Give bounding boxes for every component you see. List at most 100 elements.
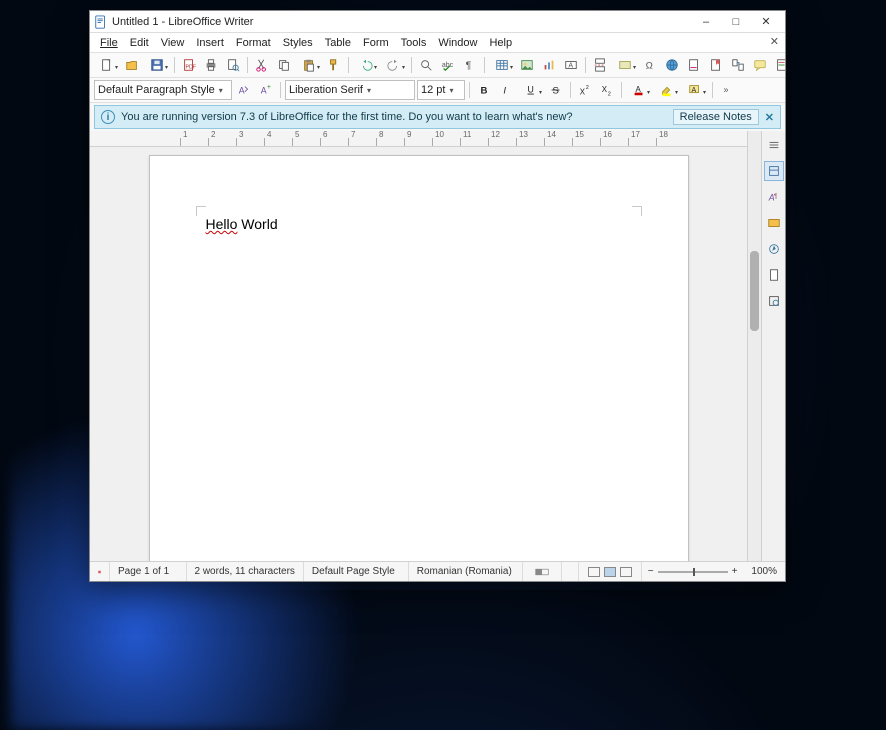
update-style-button[interactable]: A bbox=[234, 80, 254, 100]
subscript-button[interactable]: X2 bbox=[597, 80, 617, 100]
strikethrough-button[interactable]: S bbox=[546, 80, 566, 100]
single-page-view-icon[interactable] bbox=[588, 567, 600, 577]
save-indicator[interactable] bbox=[90, 562, 110, 581]
copy-button[interactable] bbox=[274, 55, 294, 75]
menu-file[interactable]: File bbox=[94, 35, 124, 51]
print-button[interactable] bbox=[201, 55, 221, 75]
page-style-status[interactable]: Default Page Style bbox=[304, 562, 409, 581]
misspelled-word[interactable]: Hello bbox=[206, 216, 238, 232]
document-viewport[interactable]: Hello World bbox=[90, 147, 747, 561]
view-layout-buttons[interactable] bbox=[579, 562, 642, 581]
word-count-status[interactable]: 2 words, 11 characters bbox=[187, 562, 304, 581]
zoom-in-button[interactable]: + bbox=[732, 566, 738, 577]
comment-button[interactable] bbox=[750, 55, 770, 75]
maximize-button[interactable]: □ bbox=[721, 13, 751, 31]
svg-text:A: A bbox=[239, 86, 245, 96]
book-view-icon[interactable] bbox=[620, 567, 632, 577]
page-status[interactable]: Page 1 of 1 bbox=[110, 562, 187, 581]
export-pdf-button[interactable]: PDF bbox=[179, 55, 199, 75]
menu-styles[interactable]: Styles bbox=[277, 35, 319, 51]
menu-help[interactable]: Help bbox=[483, 35, 518, 51]
formatting-toolbar: Default Paragraph Style ▾ A A+ Liberatio… bbox=[90, 78, 785, 103]
scrollbar-thumb[interactable] bbox=[750, 251, 759, 331]
bold-button[interactable]: B bbox=[474, 80, 494, 100]
italic-button[interactable]: I bbox=[496, 80, 516, 100]
chevron-down-icon: ▾ bbox=[367, 86, 371, 95]
info-close-button[interactable]: ✕ bbox=[765, 111, 774, 124]
sidebar-page-icon[interactable] bbox=[764, 265, 784, 285]
insert-textbox-button[interactable]: A bbox=[561, 55, 581, 75]
insert-field-button[interactable]: ▾ bbox=[612, 55, 638, 75]
bookmark-button[interactable] bbox=[706, 55, 726, 75]
new-style-button[interactable]: A+ bbox=[256, 80, 276, 100]
track-changes-button[interactable] bbox=[772, 55, 785, 75]
insert-chart-button[interactable] bbox=[539, 55, 559, 75]
release-notes-button[interactable]: Release Notes bbox=[673, 109, 759, 125]
char-background-button[interactable]: A▾ bbox=[682, 80, 708, 100]
language-status[interactable]: Romanian (Romania) bbox=[409, 562, 523, 581]
sidebar-gallery-icon[interactable] bbox=[764, 213, 784, 233]
svg-text:2: 2 bbox=[608, 91, 611, 97]
superscript-button[interactable]: X2 bbox=[575, 80, 595, 100]
highlight-button[interactable]: ▾ bbox=[654, 80, 680, 100]
menu-table[interactable]: Table bbox=[319, 35, 357, 51]
open-button[interactable] bbox=[122, 55, 142, 75]
insert-image-button[interactable] bbox=[517, 55, 537, 75]
zoom-track[interactable] bbox=[658, 571, 728, 573]
zoom-out-button[interactable]: − bbox=[648, 566, 654, 577]
formatting-overflow-button[interactable]: » bbox=[717, 80, 737, 100]
horizontal-ruler[interactable]: 1 2 3 4 5 6 7 8 9 10 11 12 13 14 15 16 1… bbox=[90, 131, 747, 147]
cut-button[interactable] bbox=[252, 55, 272, 75]
find-button[interactable] bbox=[416, 55, 436, 75]
special-char-button[interactable]: Ω bbox=[640, 55, 660, 75]
text-word[interactable]: World bbox=[237, 216, 277, 232]
page-break-button[interactable] bbox=[590, 55, 610, 75]
sidebar-properties-icon[interactable] bbox=[764, 161, 784, 181]
vertical-scrollbar[interactable] bbox=[747, 131, 761, 561]
close-doc-icon[interactable]: ✕ bbox=[770, 35, 779, 48]
insert-mode-status[interactable] bbox=[523, 562, 562, 581]
sidebar-navigator-icon[interactable] bbox=[764, 239, 784, 259]
paste-button[interactable]: ▾ bbox=[296, 55, 322, 75]
insert-table-button[interactable]: ▾ bbox=[489, 55, 515, 75]
zoom-value[interactable]: 100% bbox=[743, 562, 785, 581]
paragraph-style-combo[interactable]: Default Paragraph Style ▾ bbox=[94, 80, 232, 100]
close-button[interactable]: ✕ bbox=[751, 13, 781, 31]
menu-format[interactable]: Format bbox=[230, 35, 277, 51]
page[interactable]: Hello World bbox=[149, 155, 689, 561]
formatting-marks-button[interactable]: ¶ bbox=[460, 55, 480, 75]
sidebar-inspect-icon[interactable] bbox=[764, 291, 784, 311]
menu-window[interactable]: Window bbox=[432, 35, 483, 51]
menu-form[interactable]: Form bbox=[357, 35, 395, 51]
print-preview-button[interactable] bbox=[223, 55, 243, 75]
multi-page-view-icon[interactable] bbox=[604, 567, 616, 577]
zoom-slider[interactable]: − + bbox=[642, 566, 744, 577]
clone-formatting-button[interactable] bbox=[324, 55, 344, 75]
spellcheck-button[interactable]: abc bbox=[438, 55, 458, 75]
underline-button[interactable]: U▾ bbox=[518, 80, 544, 100]
cross-ref-button[interactable] bbox=[728, 55, 748, 75]
new-doc-button[interactable]: ▾ bbox=[94, 55, 120, 75]
info-text: You are running version 7.3 of LibreOffi… bbox=[121, 111, 667, 123]
redo-button[interactable]: ▾ bbox=[381, 55, 407, 75]
menu-tools[interactable]: Tools bbox=[395, 35, 433, 51]
zoom-knob[interactable] bbox=[693, 568, 695, 576]
font-name-combo[interactable]: Liberation Serif ▾ bbox=[285, 80, 415, 100]
undo-button[interactable]: ▾ bbox=[353, 55, 379, 75]
sidebar-styles-icon[interactable]: A¶ bbox=[764, 187, 784, 207]
menu-edit[interactable]: Edit bbox=[124, 35, 155, 51]
font-size-value: 12 pt bbox=[421, 84, 445, 96]
font-color-button[interactable]: A▾ bbox=[626, 80, 652, 100]
hyperlink-button[interactable] bbox=[662, 55, 682, 75]
svg-text:»: » bbox=[724, 85, 729, 95]
document-text[interactable]: Hello World bbox=[206, 216, 632, 234]
svg-text:S: S bbox=[553, 86, 559, 97]
menu-view[interactable]: View bbox=[155, 35, 191, 51]
sidebar-menu-icon[interactable] bbox=[764, 135, 784, 155]
save-button[interactable]: ▾ bbox=[144, 55, 170, 75]
font-size-combo[interactable]: 12 pt ▾ bbox=[417, 80, 465, 100]
minimize-button[interactable]: – bbox=[691, 13, 721, 31]
footnote-button[interactable] bbox=[684, 55, 704, 75]
app-icon bbox=[94, 15, 108, 29]
menu-insert[interactable]: Insert bbox=[190, 35, 230, 51]
